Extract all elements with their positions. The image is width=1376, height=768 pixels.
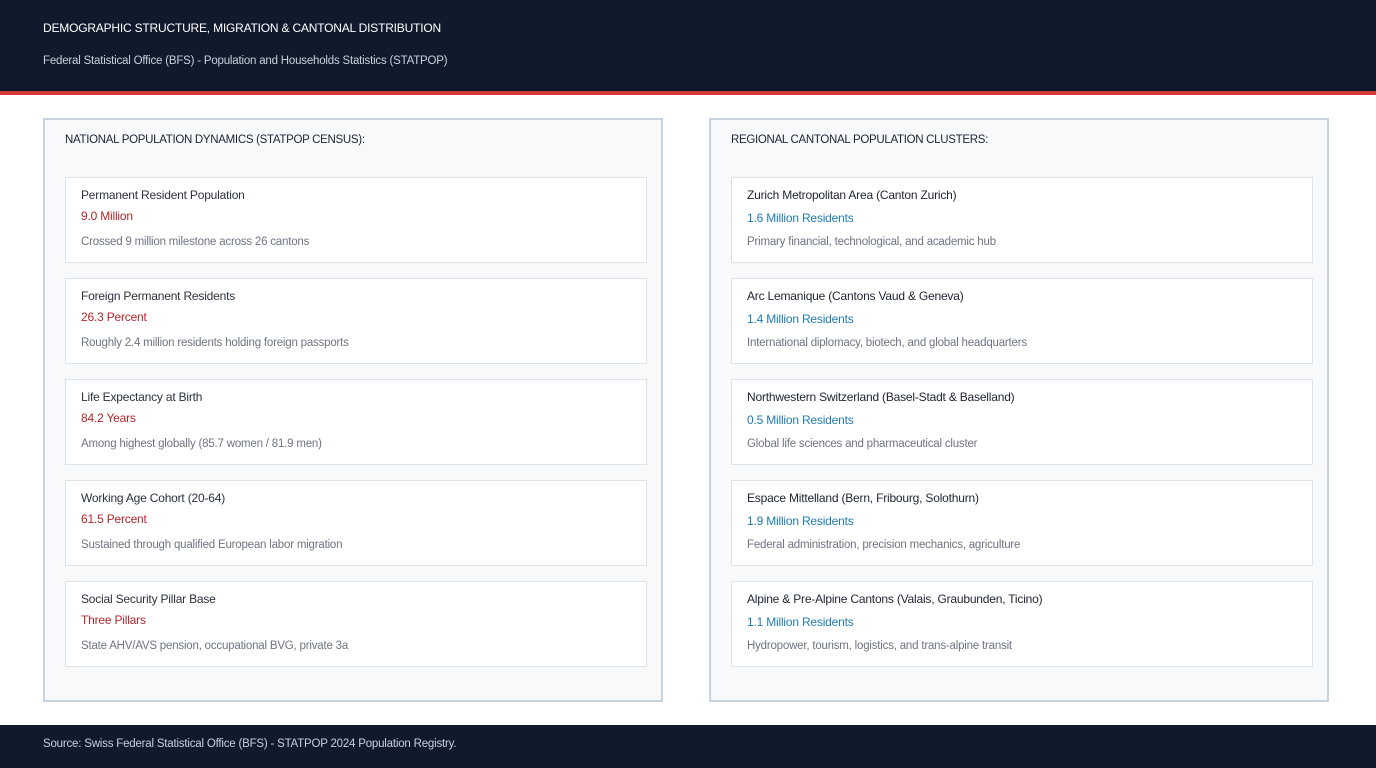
national-panel-title: NATIONAL POPULATION DYNAMICS (STATPOP CE… [65, 134, 365, 146]
national-panel: NATIONAL POPULATION DYNAMICS (STATPOP CE… [43, 118, 663, 702]
card-label: Northwestern Switzerland (Basel-Stadt & … [747, 390, 1015, 404]
national-card: Working Age Cohort (20-64) 61.5 Percent … [65, 480, 647, 566]
card-label: Espace Mittelland (Bern, Fribourg, Solot… [747, 491, 979, 505]
regional-card: Northwestern Switzerland (Basel-Stadt & … [731, 379, 1313, 465]
card-label: Arc Lemanique (Cantons Vaud & Geneva) [747, 289, 964, 303]
regional-card: Arc Lemanique (Cantons Vaud & Geneva) 1.… [731, 278, 1313, 364]
card-description: Federal administration, precision mechan… [747, 539, 1021, 551]
regional-card: Alpine & Pre-Alpine Cantons (Valais, Gra… [731, 581, 1313, 667]
regional-card: Espace Mittelland (Bern, Fribourg, Solot… [731, 480, 1313, 566]
card-description: Sustained through qualified European lab… [81, 539, 343, 551]
card-description: Crossed 9 million milestone across 26 ca… [81, 236, 310, 248]
card-label: Foreign Permanent Residents [81, 289, 236, 303]
card-value: 0.5 Million Residents [747, 413, 854, 427]
card-value: 26.3 Percent [81, 310, 147, 324]
page-footer: Source: Swiss Federal Statistical Office… [0, 725, 1376, 768]
card-value: 9.0 Million [81, 209, 133, 223]
national-card: Foreign Permanent Residents 26.3 Percent… [65, 278, 647, 364]
national-card: Life Expectancy at Birth 84.2 Years Amon… [65, 379, 647, 465]
card-value: 1.4 Million Residents [747, 312, 854, 326]
card-description: State AHV/AVS pension, occupational BVG,… [81, 640, 349, 652]
card-value: 1.6 Million Residents [747, 211, 854, 225]
national-card: Social Security Pillar Base Three Pillar… [65, 581, 647, 667]
card-label: Social Security Pillar Base [81, 592, 216, 606]
card-description: Global life sciences and pharmaceutical … [747, 438, 978, 450]
card-value: Three Pillars [81, 613, 146, 627]
regional-panel-title: REGIONAL CANTONAL POPULATION CLUSTERS: [731, 134, 988, 146]
page-subtitle: Federal Statistical Office (BFS) - Popul… [43, 55, 448, 67]
card-label: Working Age Cohort (20-64) [81, 491, 225, 505]
national-card: Permanent Resident Population 9.0 Millio… [65, 177, 647, 263]
page-title: DEMOGRAPHIC STRUCTURE, MIGRATION & CANTO… [43, 21, 441, 35]
card-description: International diplomacy, biotech, and gl… [747, 337, 1027, 349]
card-label: Life Expectancy at Birth [81, 390, 203, 404]
card-value: 84.2 Years [81, 411, 136, 425]
card-description: Roughly 2.4 million residents holding fo… [81, 337, 349, 349]
card-value: 1.1 Million Residents [747, 615, 854, 629]
card-description: Primary financial, technological, and ac… [747, 236, 996, 248]
regional-panel: REGIONAL CANTONAL POPULATION CLUSTERS: Z… [709, 118, 1329, 702]
regional-card: Zurich Metropolitan Area (Canton Zurich)… [731, 177, 1313, 263]
card-description: Hydropower, tourism, logistics, and tran… [747, 640, 1012, 652]
card-label: Permanent Resident Population [81, 188, 245, 202]
card-value: 61.5 Percent [81, 512, 147, 526]
card-value: 1.9 Million Residents [747, 514, 854, 528]
card-label: Alpine & Pre-Alpine Cantons (Valais, Gra… [747, 592, 1043, 606]
page-header: DEMOGRAPHIC STRUCTURE, MIGRATION & CANTO… [0, 0, 1376, 95]
source-note: Source: Swiss Federal Statistical Office… [43, 738, 457, 750]
card-description: Among highest globally (85.7 women / 81.… [81, 438, 322, 450]
card-label: Zurich Metropolitan Area (Canton Zurich) [747, 188, 957, 202]
